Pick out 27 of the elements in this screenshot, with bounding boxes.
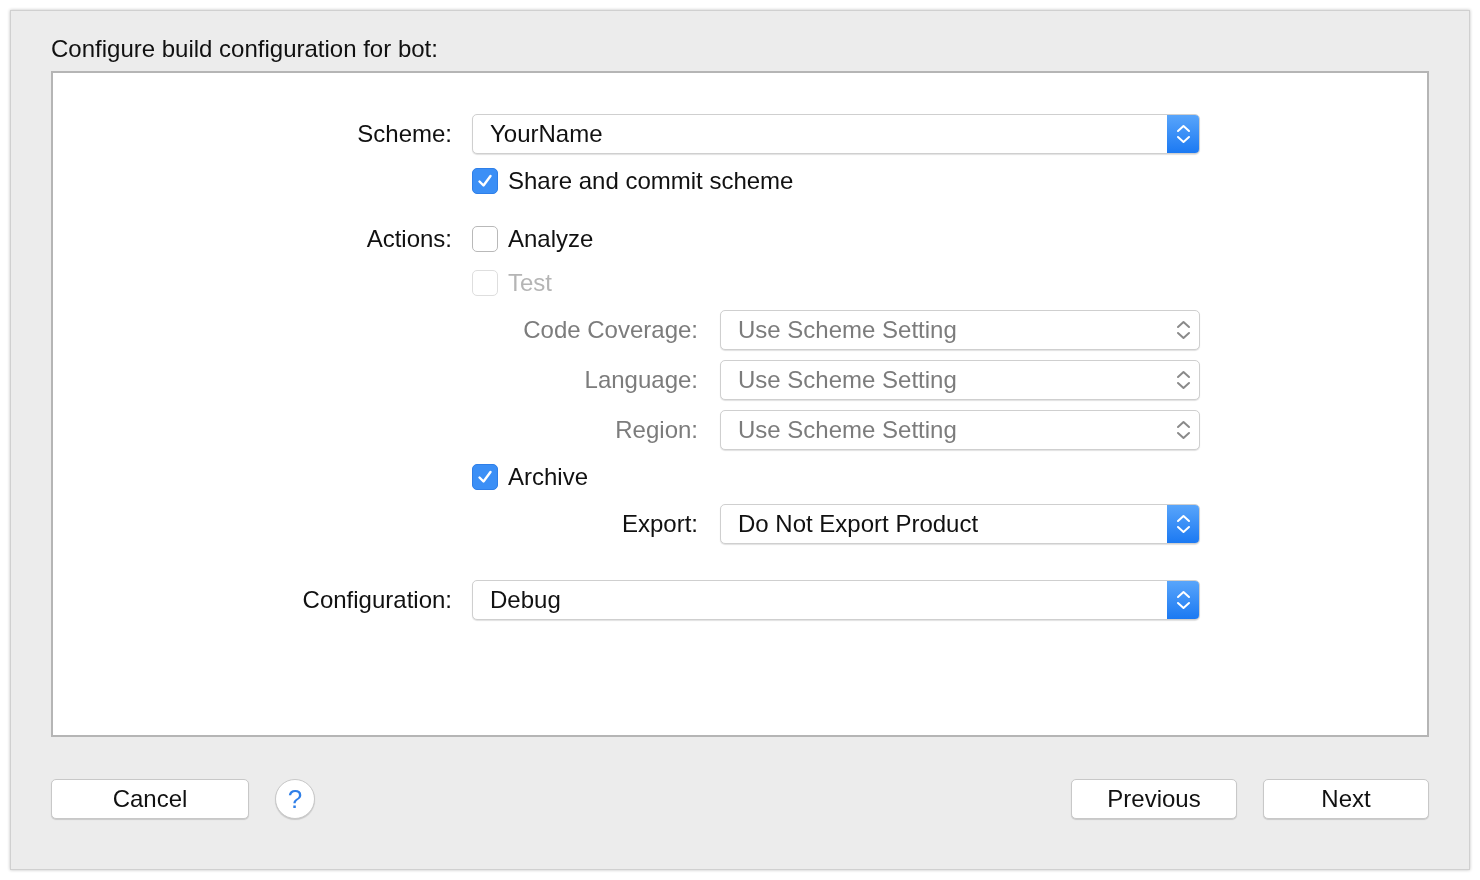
checkbox[interactable]: [472, 226, 498, 252]
push-button[interactable]: Next: [1263, 779, 1429, 819]
stepper-arrows-icon: [1167, 115, 1199, 153]
checkbox-label: Archive: [508, 463, 589, 491]
field-label: Language:: [583, 366, 698, 394]
help-button[interactable]: ?: [275, 779, 315, 819]
field-label: Scheme:: [356, 120, 452, 148]
push-button[interactable]: Cancel: [51, 779, 249, 819]
dialog-title: Configure build configuration for bot:: [51, 34, 439, 64]
field-label: Actions:: [365, 225, 452, 253]
stepper-arrows-icon: [1167, 581, 1199, 619]
field-label: Code Coverage:: [522, 316, 698, 344]
stepper-arrows-icon: [1167, 505, 1199, 543]
checkbox[interactable]: [472, 464, 498, 490]
popup-button[interactable]: Debug: [472, 580, 1200, 620]
popup-button[interactable]: YourName: [472, 114, 1200, 154]
checkmark-icon: [476, 172, 494, 190]
checkbox[interactable]: [472, 168, 498, 194]
checkbox-label: Test: [508, 269, 552, 297]
field-label: Configuration:: [301, 586, 452, 614]
popup-button[interactable]: Do Not Export Product: [720, 504, 1200, 544]
push-button[interactable]: Previous: [1071, 779, 1237, 819]
checkbox-label: Analyze: [508, 225, 594, 253]
field-label: Region:: [614, 416, 698, 444]
checkmark-icon: [476, 468, 494, 486]
checkbox-label: Share and commit scheme: [508, 167, 794, 195]
field-label: Export:: [620, 510, 698, 538]
